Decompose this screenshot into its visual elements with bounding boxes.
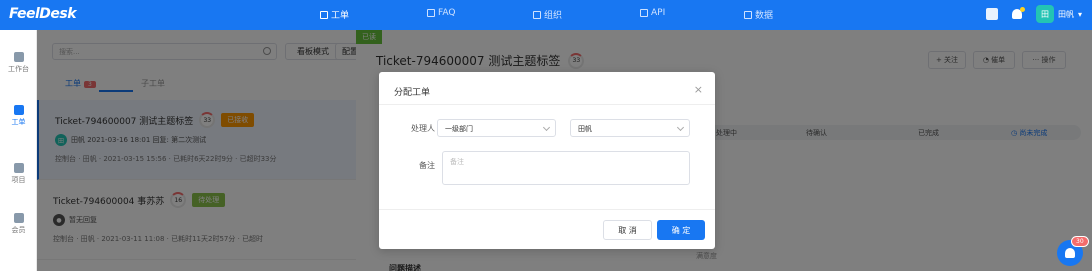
sidebar-item-workbench[interactable]: 工作台 — [0, 52, 37, 74]
notification-count-badge: 30 — [1071, 236, 1089, 247]
folder-icon — [13, 163, 24, 173]
remark-label: 备注 — [419, 161, 435, 170]
bell-icon[interactable] — [1011, 7, 1025, 19]
top-navbar: FeelDesk 工单 FAQ 组织 API 数据 田 田帆 ▾ — [0, 0, 1092, 30]
user-menu[interactable]: 田 田帆 ▾ — [1035, 5, 1082, 23]
api-icon — [640, 9, 648, 17]
divider — [379, 104, 715, 105]
avatar: 田 — [1035, 5, 1054, 23]
chevron-down-icon: ▾ — [1077, 9, 1082, 19]
sidebar-item-tickets[interactable]: 工单 — [0, 105, 37, 127]
message-icon[interactable] — [985, 8, 998, 20]
divider — [379, 209, 715, 210]
nav-item-api[interactable]: API — [640, 8, 665, 18]
user-name: 田帆 — [1057, 9, 1074, 19]
sidebar: 工作台 工单 项目 会员 — [0, 30, 37, 271]
assign-ticket-dialog: 分配工单 × 处理人 一级部门 田帆 备注 备注 取 消 确 定 — [379, 72, 715, 249]
app-logo[interactable]: FeelDesk — [9, 6, 77, 22]
remark-textarea[interactable]: 备注 — [442, 151, 690, 185]
org-icon — [533, 10, 541, 19]
chart-icon — [744, 10, 752, 19]
user-select[interactable]: 田帆 — [570, 119, 690, 137]
nav-item-data[interactable]: 数据 — [744, 8, 773, 21]
chevron-down-icon — [676, 123, 685, 132]
department-select[interactable]: 一级部门 — [437, 119, 556, 137]
chevron-down-icon — [542, 123, 551, 132]
sidebar-item-projects[interactable]: 项目 — [0, 163, 37, 185]
cancel-button[interactable]: 取 消 — [603, 220, 652, 240]
confirm-button[interactable]: 确 定 — [657, 220, 705, 240]
sidebar-item-members[interactable]: 会员 — [0, 213, 37, 235]
faq-icon — [427, 9, 435, 17]
dialog-title: 分配工单 — [394, 88, 431, 98]
nav-item-faq[interactable]: FAQ — [427, 8, 455, 18]
nav-item-org[interactable]: 组织 — [533, 8, 562, 21]
topbar-actions: 田 田帆 ▾ — [985, 5, 1082, 23]
nav-item-tickets[interactable]: 工单 — [320, 8, 349, 21]
dashboard-icon — [13, 52, 24, 62]
ticket-icon — [320, 10, 328, 19]
close-icon[interactable]: × — [694, 83, 703, 96]
handler-label: 处理人 — [411, 124, 435, 133]
bell-icon — [1065, 248, 1075, 258]
member-icon — [13, 213, 24, 223]
ticket-icon — [13, 105, 24, 115]
